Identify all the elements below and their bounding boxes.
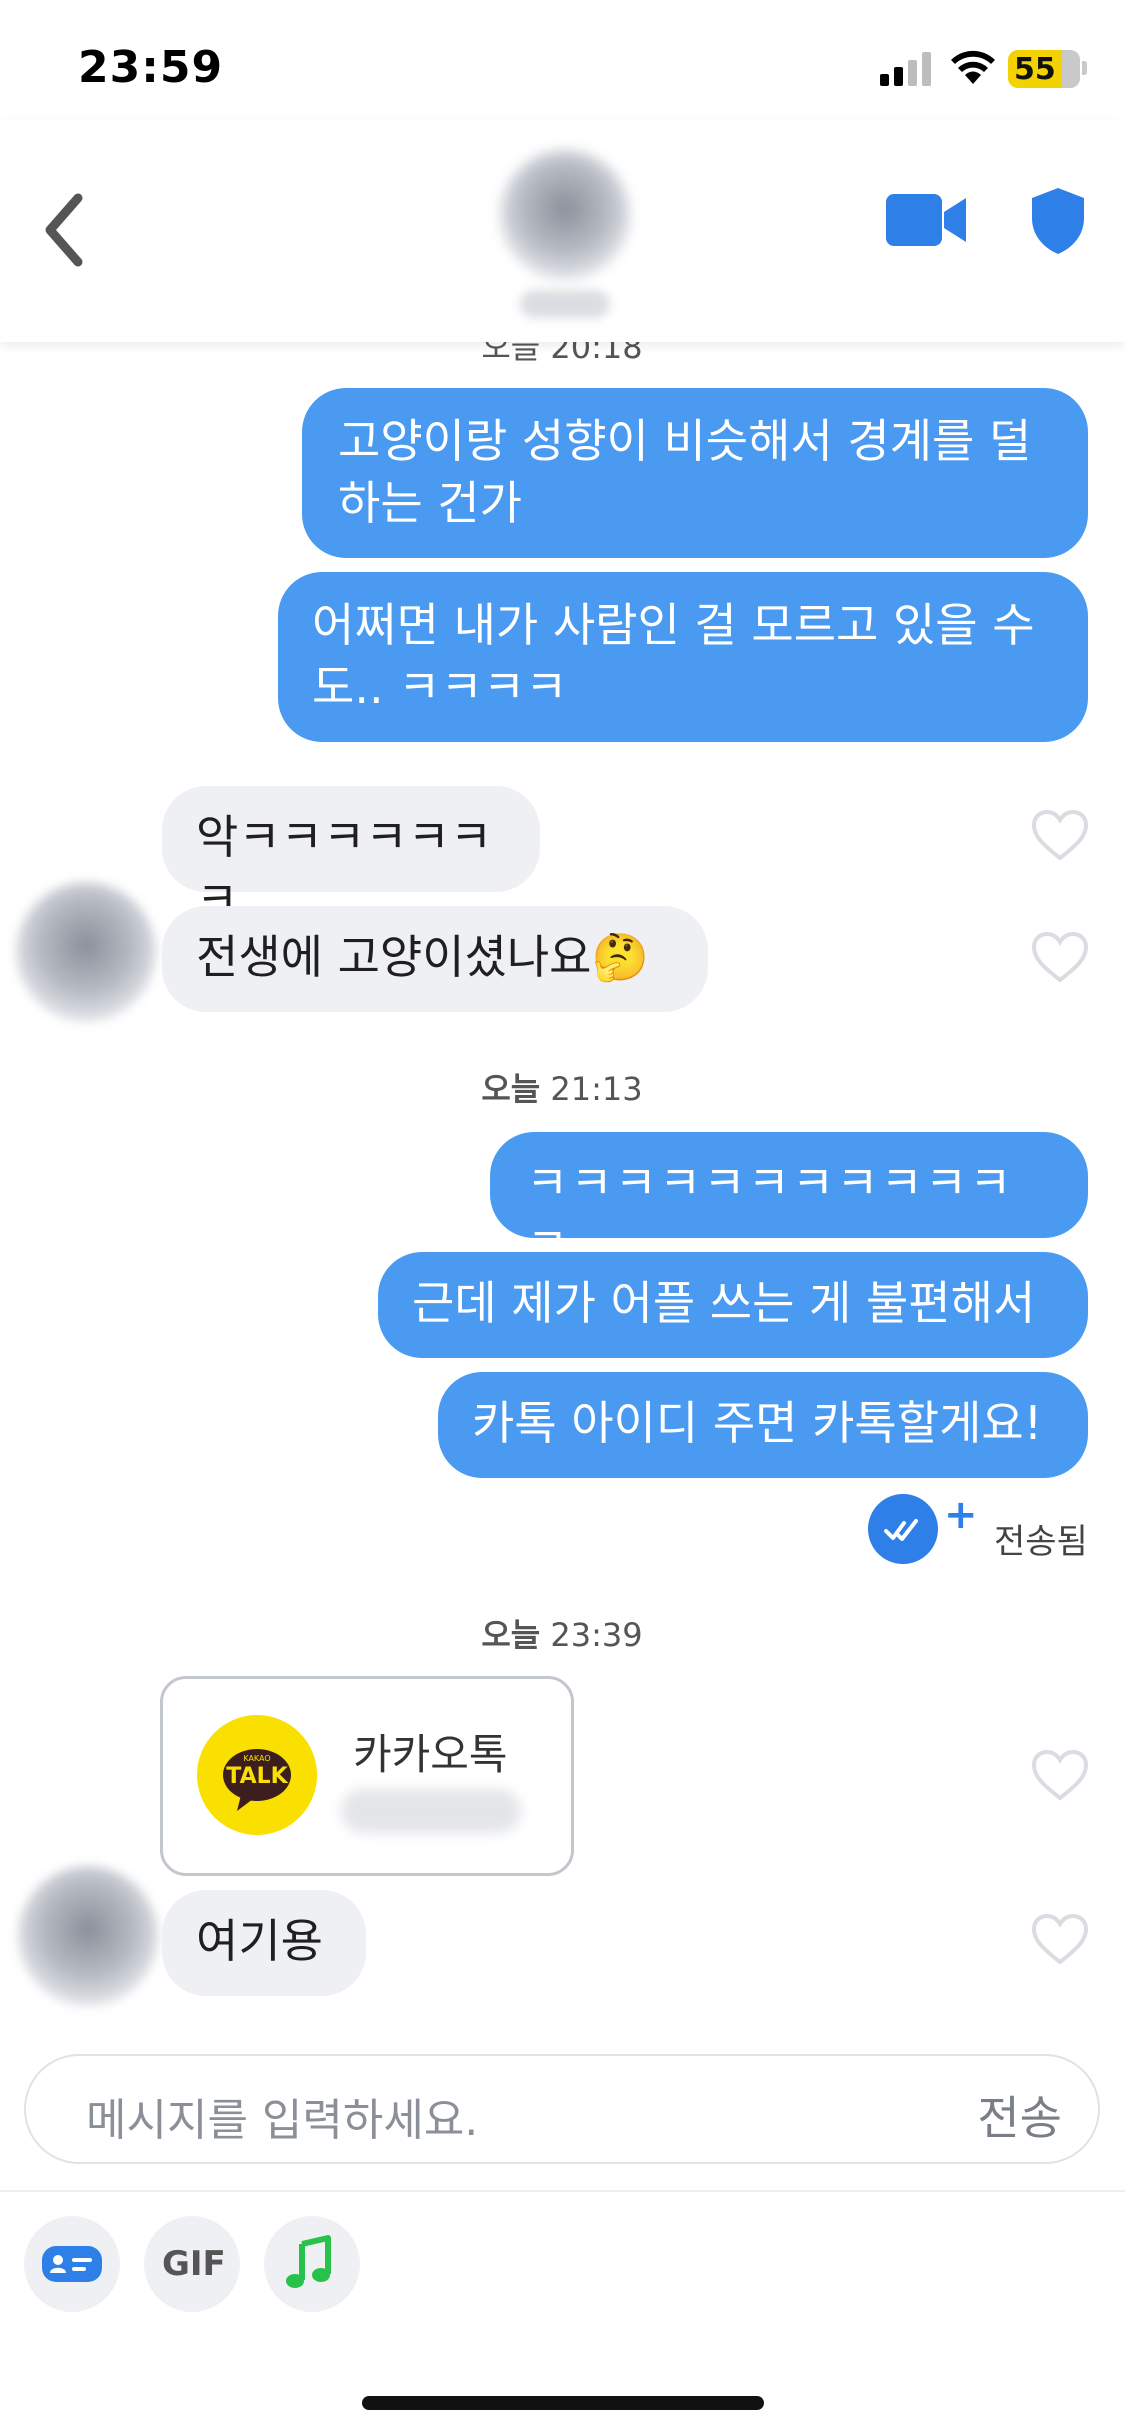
toolbar-divider [0, 2190, 1125, 2192]
sender-avatar[interactable] [16, 882, 156, 1022]
home-indicator[interactable] [362, 2396, 764, 2410]
kakao-id-blurred [341, 1789, 521, 1833]
shield-icon[interactable] [1030, 186, 1086, 256]
sender-avatar[interactable] [18, 1866, 158, 2006]
chevron-left-icon[interactable] [40, 190, 90, 270]
kakao-contact-card[interactable]: KAKAO TALK 카카오톡 [160, 1676, 574, 1876]
battery-level: 55 [1014, 52, 1056, 87]
kakao-logo-sub: KAKAO [243, 1754, 270, 1763]
chat-header [0, 120, 1125, 342]
double-check-icon [884, 1519, 918, 1541]
profile-name-blurred[interactable] [520, 290, 610, 318]
read-status: 전송됨 [994, 1522, 1088, 1562]
heart-icon[interactable] [1032, 810, 1088, 862]
message-incoming[interactable]: 여기용 [162, 1890, 366, 1996]
kakao-logo-text: TALK [226, 1764, 288, 1789]
message-outgoing[interactable]: ㅋㅋㅋㅋㅋㅋㅋㅋㅋㅋㅋㅋ [490, 1132, 1088, 1272]
heart-icon[interactable] [1032, 1914, 1088, 1966]
heart-icon[interactable] [1032, 932, 1088, 984]
timestamp: 오늘 21:13 [362, 1064, 762, 1110]
send-button[interactable]: 전송 [977, 2082, 1062, 2148]
message-incoming[interactable]: 악ㅋㅋㅋㅋㅋㅋㅋ [162, 786, 540, 926]
kakaotalk-logo-icon: KAKAO TALK [197, 1715, 317, 1835]
message-outgoing[interactable]: 카톡 아이디 주면 카톡할게요! [438, 1372, 1088, 1478]
read-receipt-badge[interactable] [868, 1494, 938, 1564]
timestamp-time: 23:39 [550, 1616, 643, 1654]
message-incoming[interactable]: 전생에 고양이셨나요🤔 [162, 906, 708, 1012]
message-outgoing[interactable]: 고양이랑 성향이 비슷해서 경계를 덜 하는 건가 [302, 388, 1088, 558]
status-time: 23:59 [78, 42, 224, 93]
message-outgoing[interactable]: 어쩌면 내가 사람인 걸 모르고 있을 수도.. ㅋㅋㅋㅋ [278, 572, 1088, 742]
gif-label: GIF [162, 2244, 226, 2284]
timestamp-time: 21:13 [550, 1070, 643, 1108]
wifi-icon [951, 50, 995, 84]
profile-avatar[interactable] [500, 150, 630, 280]
timestamp: 오늘 23:39 [362, 1610, 762, 1656]
message-outgoing[interactable]: 근데 제가 어플 쓰는 게 불편해서 [378, 1252, 1088, 1358]
cellular-signal-icon [880, 52, 931, 86]
battery-indicator: 55 [1008, 50, 1080, 88]
music-button[interactable] [264, 2216, 360, 2312]
card-title: 카카오톡 [353, 1730, 508, 1779]
video-camera-icon[interactable] [886, 190, 966, 250]
contact-card-button[interactable] [24, 2216, 120, 2312]
timestamp-day: 오늘 [481, 1070, 541, 1108]
battery-tip [1082, 61, 1087, 75]
music-note-icon [286, 2235, 331, 2288]
plus-icon[interactable]: + [944, 1492, 978, 1538]
timestamp-day: 오늘 [481, 1616, 541, 1654]
gif-button[interactable]: GIF [144, 2216, 240, 2312]
contact-card-icon [42, 2246, 102, 2282]
heart-icon[interactable] [1032, 1750, 1088, 1802]
message-input[interactable]: 메시지를 입력하세요. 전송 [24, 2054, 1100, 2164]
input-placeholder: 메시지를 입력하세요. [86, 2095, 479, 2146]
